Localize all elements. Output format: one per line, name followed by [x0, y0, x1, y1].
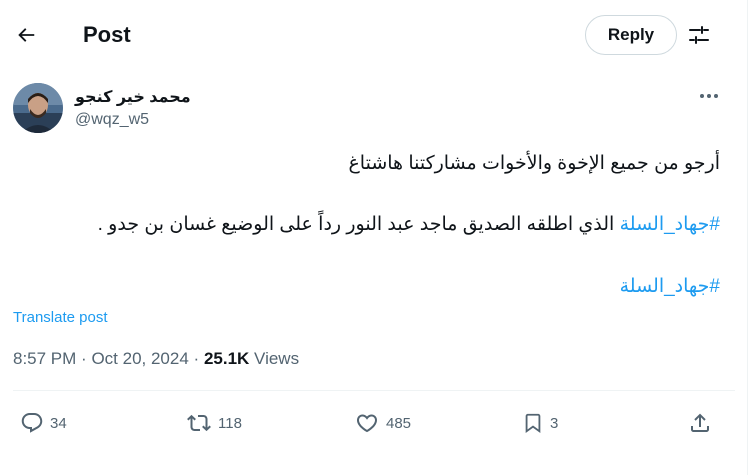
- reply-button[interactable]: Reply: [585, 15, 677, 55]
- meta-separator: ·: [81, 349, 87, 368]
- bookmark-count: 3: [550, 414, 559, 432]
- tune-button[interactable]: [686, 22, 712, 48]
- reply-action[interactable]: 34: [20, 408, 67, 438]
- meta-separator: ·: [193, 349, 200, 368]
- divider: [13, 390, 735, 391]
- tweet-text: الذي اطلقه الصديق ماجد عبد النور رداً عل…: [97, 214, 620, 235]
- right-divider: [747, 0, 748, 475]
- tune-icon: [689, 26, 709, 44]
- reply-icon: [21, 413, 43, 433]
- views-count: 25.1K: [203, 349, 250, 368]
- bookmark-icon: [525, 413, 541, 434]
- back-button[interactable]: [10, 19, 42, 51]
- reply-count: 34: [50, 414, 67, 432]
- author-handle[interactable]: @wqz_w5: [75, 111, 149, 129]
- like-count: 485: [386, 414, 412, 432]
- repost-icon: [187, 414, 211, 432]
- repost-action[interactable]: 118: [186, 408, 242, 438]
- share-action[interactable]: [688, 408, 712, 438]
- post-date[interactable]: Oct 20, 2024: [91, 349, 188, 368]
- like-action[interactable]: 485: [354, 408, 411, 438]
- hashtag-link[interactable]: #جهاد_السلة: [620, 276, 720, 297]
- tweet-text-line: #جهاد_السلة: [620, 275, 720, 298]
- post-header: Post Reply: [0, 0, 753, 70]
- avatar[interactable]: [13, 83, 63, 133]
- translate-post-link[interactable]: Translate post: [13, 309, 108, 326]
- tweet-text-line: أرجو من جميع الإخوة والأخوات مشاركتنا ها…: [348, 153, 720, 174]
- profile-photo-icon: [13, 83, 63, 133]
- views-label: Views: [254, 349, 300, 368]
- post-time[interactable]: 8:57 PM: [13, 349, 76, 368]
- repost-count: 118: [218, 414, 242, 432]
- bookmark-action[interactable]: 3: [522, 408, 558, 438]
- like-icon: [356, 414, 378, 433]
- more-button[interactable]: [696, 86, 722, 106]
- tweet-text-line: #جهاد_السلة الذي اطلقه الصديق ماجد عبد ا…: [98, 213, 720, 236]
- page-title: Post: [83, 22, 131, 47]
- post-meta: 8:57 PM · Oct 20, 2024 · 25.1K Views: [13, 349, 299, 369]
- back-arrow-icon: [18, 28, 35, 42]
- more-icon: [700, 94, 718, 98]
- share-icon: [691, 413, 709, 432]
- hashtag-link[interactable]: #جهاد_السلة: [620, 214, 720, 235]
- author-name[interactable]: محمد خير كنجو: [75, 87, 191, 107]
